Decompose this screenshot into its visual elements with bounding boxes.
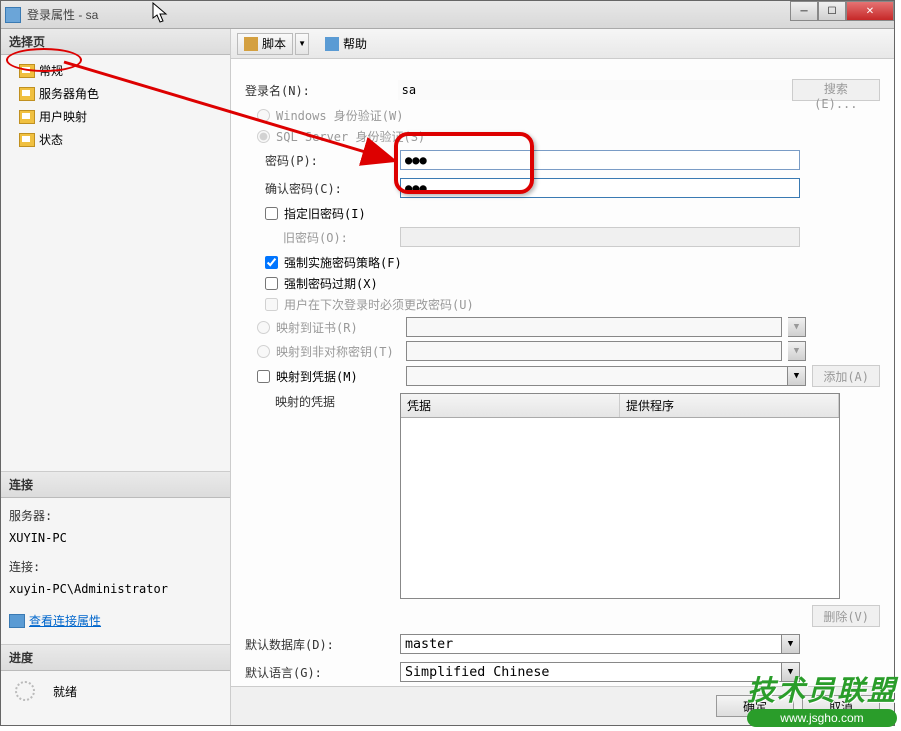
map-key-radio [257, 345, 270, 358]
map-cert-row: 映射到证书(R) ▼ [257, 317, 880, 337]
default-db-label: 默认数据库(D): [245, 636, 400, 653]
script-dropdown[interactable]: ▼ [295, 33, 309, 55]
cancel-button[interactable]: 取消 [802, 695, 880, 717]
password-input[interactable] [400, 150, 800, 170]
sql-auth-radio [257, 130, 270, 143]
maximize-button[interactable]: ☐ [818, 1, 846, 21]
help-button[interactable]: 帮助 [319, 33, 373, 55]
chevron-down-icon[interactable]: ▼ [788, 366, 806, 386]
add-cred-button[interactable]: 添加(A) [812, 365, 880, 387]
main-panel: 脚本 ▼ 帮助 登录名(N): 搜索(E)... Windows 身份验证(W) [231, 29, 894, 725]
toolbar: 脚本 ▼ 帮助 [231, 29, 894, 59]
col-credential: 凭据 [401, 394, 620, 417]
chevron-down-icon[interactable]: ▼ [782, 634, 800, 654]
cert-combo [406, 317, 782, 337]
mapped-creds-label: 映射的凭据 [245, 393, 400, 410]
login-name-label: 登录名(N): [245, 82, 398, 99]
connection-value: xuyin-PC\Administrator [9, 579, 222, 601]
help-icon [325, 37, 339, 51]
page-icon [19, 110, 35, 124]
page-icon [19, 133, 35, 147]
map-cred-checkbox[interactable] [257, 370, 270, 383]
progress-status: 就绪 [53, 683, 77, 700]
login-name-input[interactable] [398, 80, 792, 100]
sidebar-item-status[interactable]: 状态 [1, 128, 230, 151]
sql-auth-radio-row: SQL Server 身份验证(S) [257, 128, 880, 145]
map-cred-label: 映射到凭据(M) [276, 368, 406, 385]
connection-body: 服务器: XUYIN-PC 连接: xuyin-PC\Administrator… [1, 498, 230, 644]
script-icon [244, 37, 258, 51]
map-cert-radio [257, 321, 270, 334]
connection-header: 连接 [1, 472, 230, 498]
sidebar-item-general[interactable]: 常规 [1, 59, 230, 82]
page-icon [19, 87, 35, 101]
dialog-buttons: 确定 取消 [231, 686, 894, 725]
old-password-label: 旧密码(O): [245, 229, 400, 246]
sidebar-item-user-mapping[interactable]: 用户映射 [1, 105, 230, 128]
enforce-expire-checkbox[interactable] [265, 277, 278, 290]
ok-button[interactable]: 确定 [716, 695, 794, 717]
select-page-header: 选择页 [1, 29, 230, 55]
windows-auth-radio [257, 109, 270, 122]
page-icon [19, 64, 35, 78]
confirm-password-label: 确认密码(C): [245, 180, 400, 197]
page-list: 常规 服务器角色 用户映射 状态 [1, 55, 230, 155]
windows-auth-radio-row: Windows 身份验证(W) [257, 107, 880, 124]
old-password-input [400, 227, 800, 247]
connection-label: 连接: [9, 557, 222, 579]
chevron-down-icon[interactable]: ▼ [782, 662, 800, 682]
sidebar-item-label: 服务器角色 [39, 85, 99, 102]
default-db-combo[interactable] [400, 634, 782, 654]
default-lang-label: 默认语言(G): [245, 664, 400, 681]
sidebar: 选择页 常规 服务器角色 用户映射 状态 连接 服务器: XUYIN-PC 连接… [1, 29, 231, 725]
must-change-check: 用户在下次登录时必须更改密码(U) [265, 296, 880, 313]
sidebar-item-label: 状态 [39, 131, 63, 148]
confirm-password-input[interactable] [400, 178, 800, 198]
sidebar-item-label: 常规 [39, 62, 63, 79]
server-label: 服务器: [9, 506, 222, 528]
form-area: 登录名(N): 搜索(E)... Windows 身份验证(W) SQL Ser… [231, 59, 894, 686]
credentials-table: 凭据 提供程序 [400, 393, 840, 599]
window-title: 登录属性 - sa [27, 6, 98, 23]
chevron-down-icon: ▼ [788, 317, 806, 337]
close-button[interactable]: ✕ [846, 1, 894, 21]
specify-old-password-check[interactable]: 指定旧密码(I) [265, 205, 880, 222]
titlebar[interactable]: 登录属性 - sa ─ ☐ ✕ [1, 1, 894, 29]
default-lang-combo[interactable] [400, 662, 782, 682]
minimize-button[interactable]: ─ [790, 1, 818, 21]
must-change-checkbox [265, 298, 278, 311]
chevron-down-icon: ▼ [788, 341, 806, 361]
progress-spinner-icon [15, 681, 35, 701]
password-label: 密码(P): [245, 152, 400, 169]
window-icon [5, 7, 21, 23]
link-icon [9, 614, 25, 628]
enforce-expire-check[interactable]: 强制密码过期(X) [265, 275, 880, 292]
remove-cred-button[interactable]: 删除(V) [812, 605, 880, 627]
cred-combo[interactable] [406, 366, 788, 386]
enforce-policy-check[interactable]: 强制实施密码策略(F) [265, 254, 880, 271]
progress-header: 进度 [1, 645, 230, 671]
col-provider: 提供程序 [620, 394, 839, 417]
map-key-row: 映射到非对称密钥(T) ▼ [257, 341, 880, 361]
search-button[interactable]: 搜索(E)... [792, 79, 880, 101]
credentials-body [401, 418, 839, 598]
view-connection-properties-link[interactable]: 查看连接属性 [9, 611, 101, 633]
server-value: XUYIN-PC [9, 528, 222, 550]
enforce-policy-checkbox[interactable] [265, 256, 278, 269]
sidebar-item-label: 用户映射 [39, 108, 87, 125]
specify-old-checkbox[interactable] [265, 207, 278, 220]
login-properties-window: 登录属性 - sa ─ ☐ ✕ 选择页 常规 服务器角色 用户映射 状态 连接 … [0, 0, 895, 726]
key-combo [406, 341, 782, 361]
script-button[interactable]: 脚本 [237, 33, 293, 55]
sidebar-item-server-roles[interactable]: 服务器角色 [1, 82, 230, 105]
